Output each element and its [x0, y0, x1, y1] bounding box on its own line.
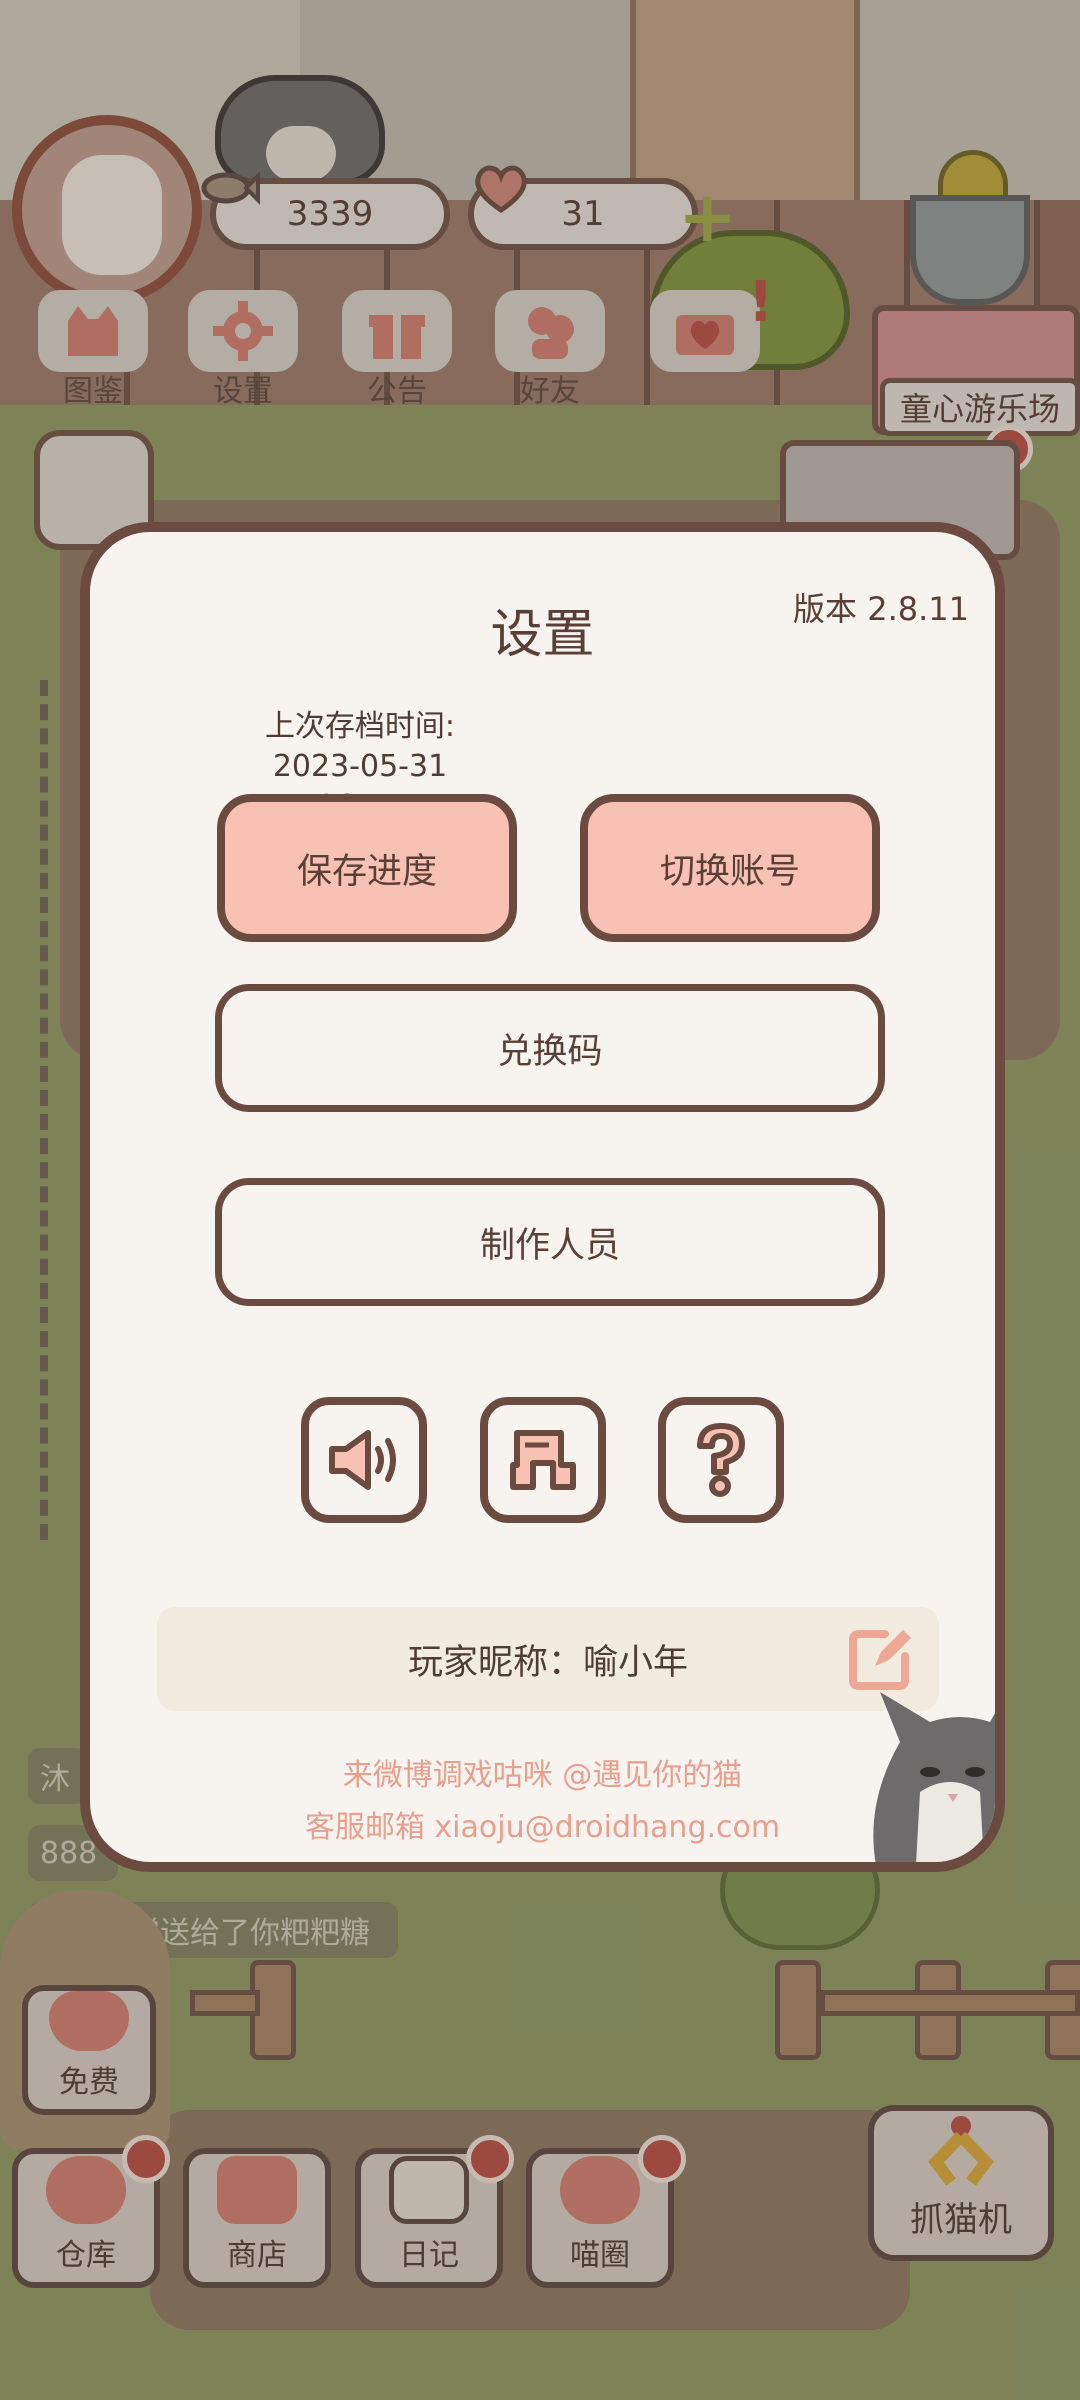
- help-button[interactable]: [658, 1397, 784, 1523]
- settings-dialog: 设置 版本 2.8.11 上次存档时间: 2023-05-31 16:54 保存…: [80, 522, 1005, 1872]
- help-icon: [697, 1423, 745, 1497]
- switch-account-button[interactable]: 切换账号: [580, 794, 880, 942]
- redeem-code-button[interactable]: 兑换码: [215, 984, 885, 1112]
- sound-button[interactable]: [301, 1397, 427, 1523]
- sound-icon: [329, 1430, 396, 1490]
- last-save-label: 上次存档时间:: [264, 709, 456, 744]
- music-icon: [510, 1430, 576, 1490]
- credits-button[interactable]: 制作人员: [215, 1178, 885, 1306]
- nickname-field: 玩家昵称：喻小年: [157, 1607, 939, 1711]
- save-progress-button[interactable]: 保存进度: [217, 794, 517, 942]
- music-button[interactable]: [480, 1397, 606, 1523]
- cat-photo: [873, 1692, 995, 1862]
- version-label: 版本 2.8.11: [793, 590, 969, 628]
